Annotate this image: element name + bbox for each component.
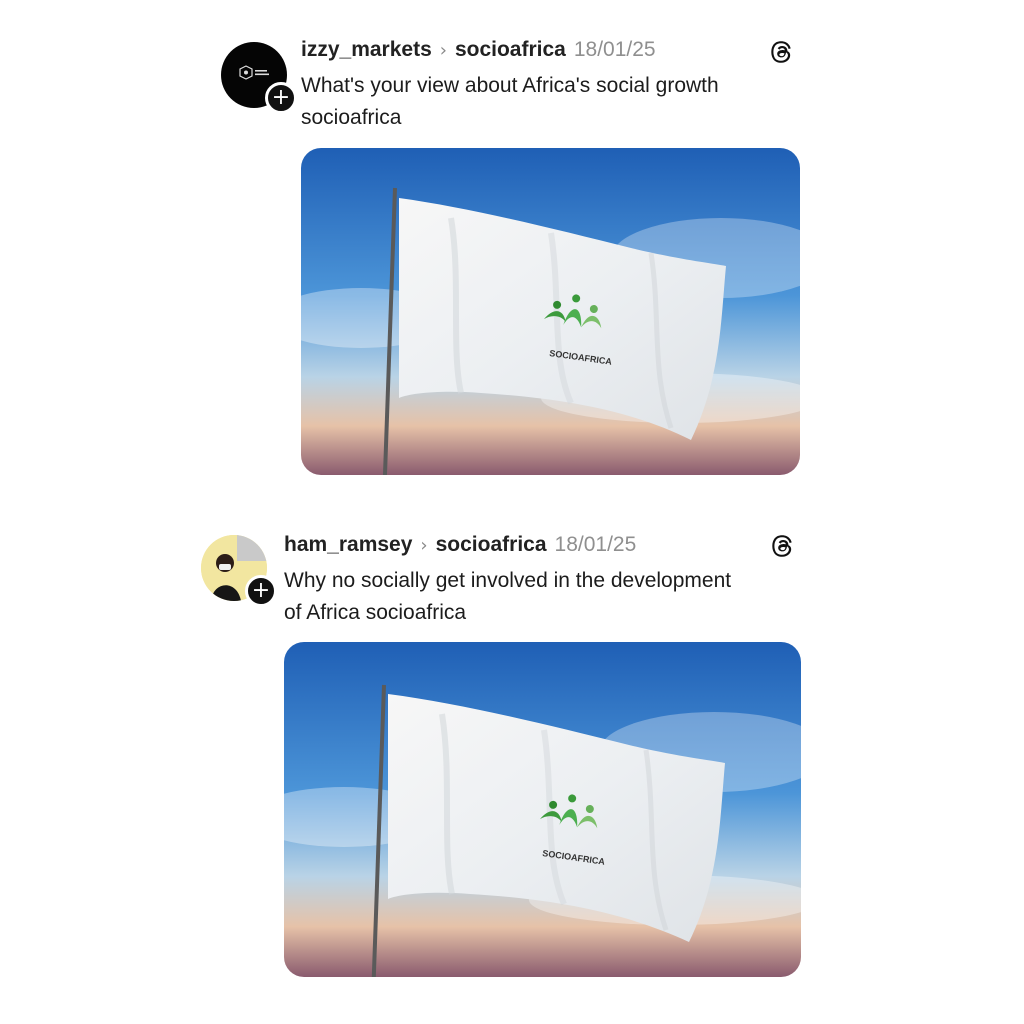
caption-line: Why no socially get involved in the deve… <box>284 569 732 592</box>
post-date: 18/01/25 <box>554 533 637 556</box>
chevron-right-icon: › <box>439 40 447 61</box>
caption-line: What's your view about Africa's social g… <box>301 74 719 97</box>
post-image[interactable]: SOCIOAFRICA <box>301 148 800 475</box>
follow-button[interactable]: + <box>265 82 297 114</box>
post-date: 18/01/25 <box>573 38 656 61</box>
post-caption: What's your view about Africa's social g… <box>301 70 719 134</box>
avatar[interactable]: + <box>221 42 297 114</box>
post-caption: Why no socially get involved in the deve… <box>284 565 731 629</box>
threads-icon[interactable] <box>770 533 796 559</box>
follow-button[interactable]: + <box>245 575 277 607</box>
username[interactable]: izzy_markets <box>301 38 432 62</box>
caption-line: socioafrica <box>301 106 402 129</box>
community-name[interactable]: socioafrica <box>455 38 566 62</box>
avatar[interactable]: + <box>201 535 277 607</box>
community-name[interactable]: socioafrica <box>436 533 547 557</box>
threads-icon[interactable] <box>769 39 795 65</box>
username[interactable]: ham_ramsey <box>284 533 412 557</box>
caption-line: of Africa socioafrica <box>284 601 467 624</box>
post-image[interactable]: SOCIOAFRICA <box>284 642 801 977</box>
chevron-right-icon: › <box>420 535 428 556</box>
